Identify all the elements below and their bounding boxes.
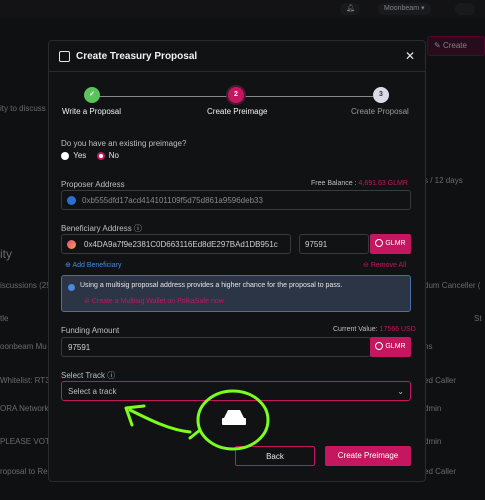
annotation-arrow <box>128 408 192 434</box>
unknown-wallet-icon <box>222 409 246 427</box>
annotation-tick <box>188 428 202 440</box>
